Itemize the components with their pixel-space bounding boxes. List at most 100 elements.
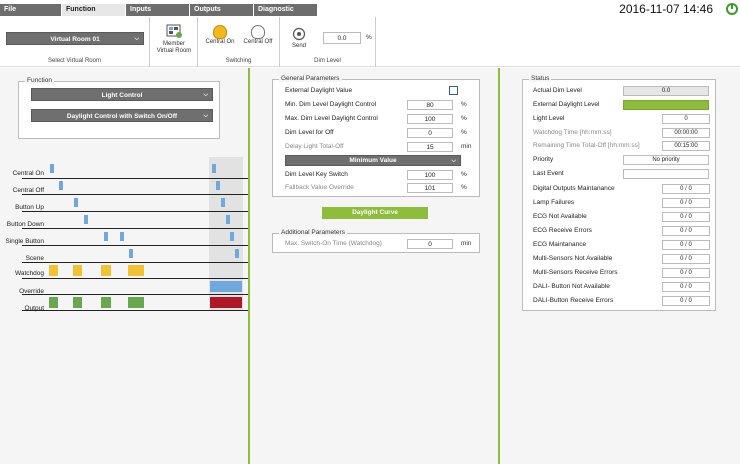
output-block xyxy=(49,297,58,308)
pulse xyxy=(230,232,234,241)
send-label: Send xyxy=(291,43,306,49)
status-label: Last Event xyxy=(533,170,564,177)
daylight-mode-select[interactable]: Daylight Control with Switch On/Off ⌵ xyxy=(31,109,213,122)
param-input[interactable]: 15 xyxy=(407,142,453,152)
central-on-button[interactable]: Central On xyxy=(202,25,238,45)
function-legend: Function xyxy=(25,77,54,84)
parameters-panel: General Parameters External Daylight Val… xyxy=(248,68,498,464)
daylight-mode-value: Daylight Control with Switch On/Off xyxy=(66,113,178,120)
timeline-label: Central Off xyxy=(12,187,44,194)
watchdog-block xyxy=(128,265,144,276)
max-switch-on-input[interactable]: 0 xyxy=(407,239,453,249)
general-parameters-fieldset: General Parameters External Daylight Val… xyxy=(272,75,480,197)
param-label: Min. Dim Level Daylight Control xyxy=(285,101,377,108)
param-input[interactable]: 101 xyxy=(407,183,453,193)
ribbon: Virtual Room 01 ⌵ Select Virtual Room Mem… xyxy=(0,17,740,67)
pulse xyxy=(129,249,133,258)
tab-inputs[interactable]: Inputs xyxy=(126,4,190,16)
timeline-label: Watchdog xyxy=(14,270,44,277)
tab-outputs[interactable]: Outputs xyxy=(190,4,254,16)
status-value: 0 / 0 xyxy=(662,212,710,222)
param-unit: % xyxy=(461,115,467,122)
daylight-curve-button[interactable]: Daylight Curve xyxy=(322,207,428,219)
dim-level-input[interactable]: 0.0 xyxy=(323,32,361,44)
override-block xyxy=(210,281,242,292)
param-unit: % xyxy=(461,171,467,178)
tab-bar: File Function Inputs Outputs Diagnostic … xyxy=(0,0,740,17)
watchdog-block xyxy=(49,265,58,276)
status-fieldset: Status Actual Dim Level 0.0 External Dayli… xyxy=(522,75,716,311)
status-label: ECG Maintanance xyxy=(533,241,587,248)
status-value: No priority xyxy=(623,155,709,165)
tab-function[interactable]: Function xyxy=(62,4,126,16)
status-label: Actual Dim Level xyxy=(533,87,582,94)
status-label: ECG Not Available xyxy=(533,213,587,220)
pulse xyxy=(120,232,124,241)
virtual-room-select[interactable]: Virtual Room 01 ⌵ xyxy=(6,32,144,45)
central-off-label: Central Off xyxy=(243,39,273,45)
status-label: Digital Outputs Maintanance xyxy=(533,185,615,192)
timeline-line xyxy=(22,310,248,311)
light-control-select[interactable]: Light Control ⌵ xyxy=(31,88,213,101)
status-value: 0 / 0 xyxy=(662,268,710,278)
status-label: DALI-Button Receive Errors xyxy=(533,297,614,304)
send-button[interactable]: Send xyxy=(286,27,312,49)
member-virtual-room-button[interactable]: Member Virtual Room xyxy=(154,23,194,55)
param-label: Fallback Value Override xyxy=(285,184,354,191)
status-value: 0 / 0 xyxy=(662,226,710,236)
timeline-label: Central On xyxy=(12,170,44,177)
central-on-label: Central On xyxy=(205,39,235,45)
status-value: 0 xyxy=(662,114,710,124)
param-input[interactable]: 0 xyxy=(407,128,453,138)
status-label: DALI- Button Not Available xyxy=(533,283,610,290)
status-value xyxy=(623,100,709,110)
status-panel: Status Actual Dim Level 0.0 External Dayli… xyxy=(498,68,740,464)
chevron-down-icon: ⌵ xyxy=(451,158,456,164)
tab-file[interactable]: File xyxy=(0,4,62,16)
status-label: Remaining Time Total-Off [hh:mm:ss] xyxy=(533,142,640,149)
param-input[interactable]: 100 xyxy=(407,170,453,180)
status-label: Priority xyxy=(533,156,554,163)
timeline-label: Single Button xyxy=(5,238,44,245)
status-value xyxy=(623,169,709,179)
tab-diagnostic[interactable]: Diagnostic xyxy=(254,4,318,16)
param-input[interactable]: 80 xyxy=(407,100,453,110)
member-room-label: Member Virtual Room xyxy=(156,41,192,54)
timeline-line xyxy=(22,228,248,229)
status-value: 00:00:00 xyxy=(662,128,710,138)
pulse xyxy=(74,198,78,207)
pulse xyxy=(84,215,88,224)
pulse xyxy=(235,249,239,258)
pulse xyxy=(59,181,63,190)
timeline-line xyxy=(22,294,248,295)
status-value: 0 / 0 xyxy=(662,184,710,194)
select-room-label: Select Virtual Room xyxy=(48,58,101,64)
function-fieldset: Function Light Control ⌵ Daylight Control… xyxy=(18,77,220,139)
external-daylight-checkbox[interactable] xyxy=(449,86,458,95)
timeline-line xyxy=(22,262,248,263)
status-value: 00:15:00 xyxy=(662,141,710,151)
timeline-label: Button Up xyxy=(15,204,44,211)
status-label: Watchdog Time [hh:mm:ss] xyxy=(533,129,612,136)
timeline-line xyxy=(22,194,248,195)
power-icon[interactable] xyxy=(726,3,738,15)
minimum-value-label: Minimum Value xyxy=(349,157,397,164)
max-switch-on-label: Max. Switch-On Time (Watchdog) xyxy=(285,240,382,247)
max-switch-on-unit: min xyxy=(461,240,472,247)
central-off-button[interactable]: Central Off xyxy=(240,25,276,45)
status-label: Lamp Failures xyxy=(533,199,575,206)
additional-parameters-fieldset: Additional Parameters Max. Switch-On Tim… xyxy=(272,229,480,253)
status-label: ECG Receive Errors xyxy=(533,227,592,234)
status-label: Multi-Sensors Not Available xyxy=(533,255,613,262)
status-value: 0 / 0 xyxy=(662,198,710,208)
param-input[interactable]: 100 xyxy=(407,114,453,124)
general-parameters-legend: General Parameters xyxy=(279,75,342,82)
timeline-line xyxy=(22,211,248,212)
timeline-line xyxy=(22,178,248,179)
member-room-icon xyxy=(166,24,182,38)
external-daylight-label: External Daylight Value xyxy=(285,87,353,94)
watchdog-block xyxy=(73,265,82,276)
param-label: Delay Light Total-Off xyxy=(285,143,344,150)
minimum-value-select[interactable]: Minimum Value ⌵ xyxy=(285,155,461,166)
param-unit: % xyxy=(461,184,467,191)
